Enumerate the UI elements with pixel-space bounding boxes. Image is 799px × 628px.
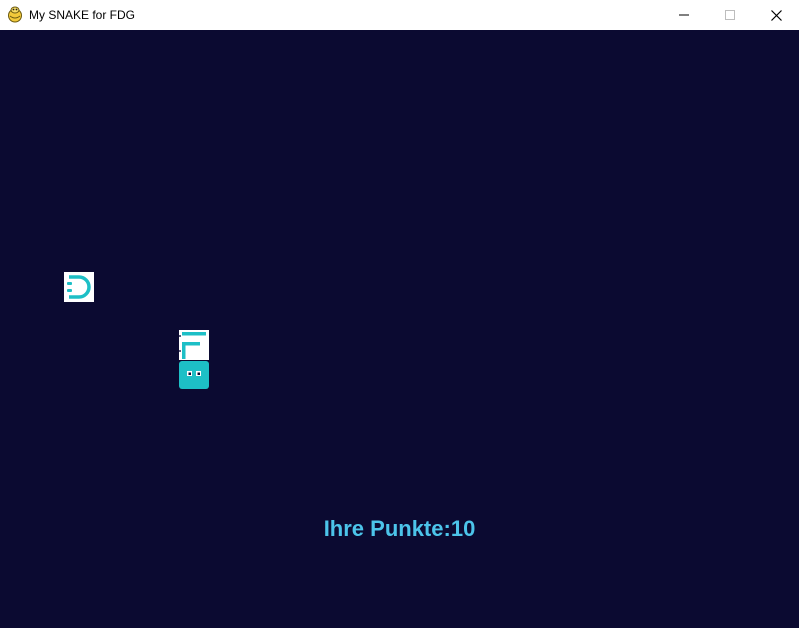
- minimize-icon: [679, 14, 689, 16]
- game-window: My SNAKE for FDG Ihre Punkte:10: [0, 0, 799, 628]
- close-icon: [770, 9, 782, 21]
- snake-head-icon: [179, 361, 209, 389]
- pygame-snake-icon: [8, 6, 22, 23]
- score-value: 10: [450, 516, 476, 541]
- maximize-button[interactable]: [707, 0, 753, 30]
- minimize-button[interactable]: [661, 0, 707, 30]
- score-label: Ihre Punkte:: [323, 516, 451, 541]
- close-button[interactable]: [753, 0, 799, 30]
- window-title: My SNAKE for FDG: [29, 8, 136, 22]
- score-display: Ihre Punkte:10: [0, 516, 799, 542]
- food-d-icon: [64, 272, 94, 302]
- maximize-icon: [725, 10, 735, 20]
- snake-body-f-icon: [179, 330, 209, 360]
- game-canvas[interactable]: Ihre Punkte:10: [0, 30, 799, 628]
- title-bar[interactable]: My SNAKE for FDG: [0, 0, 799, 30]
